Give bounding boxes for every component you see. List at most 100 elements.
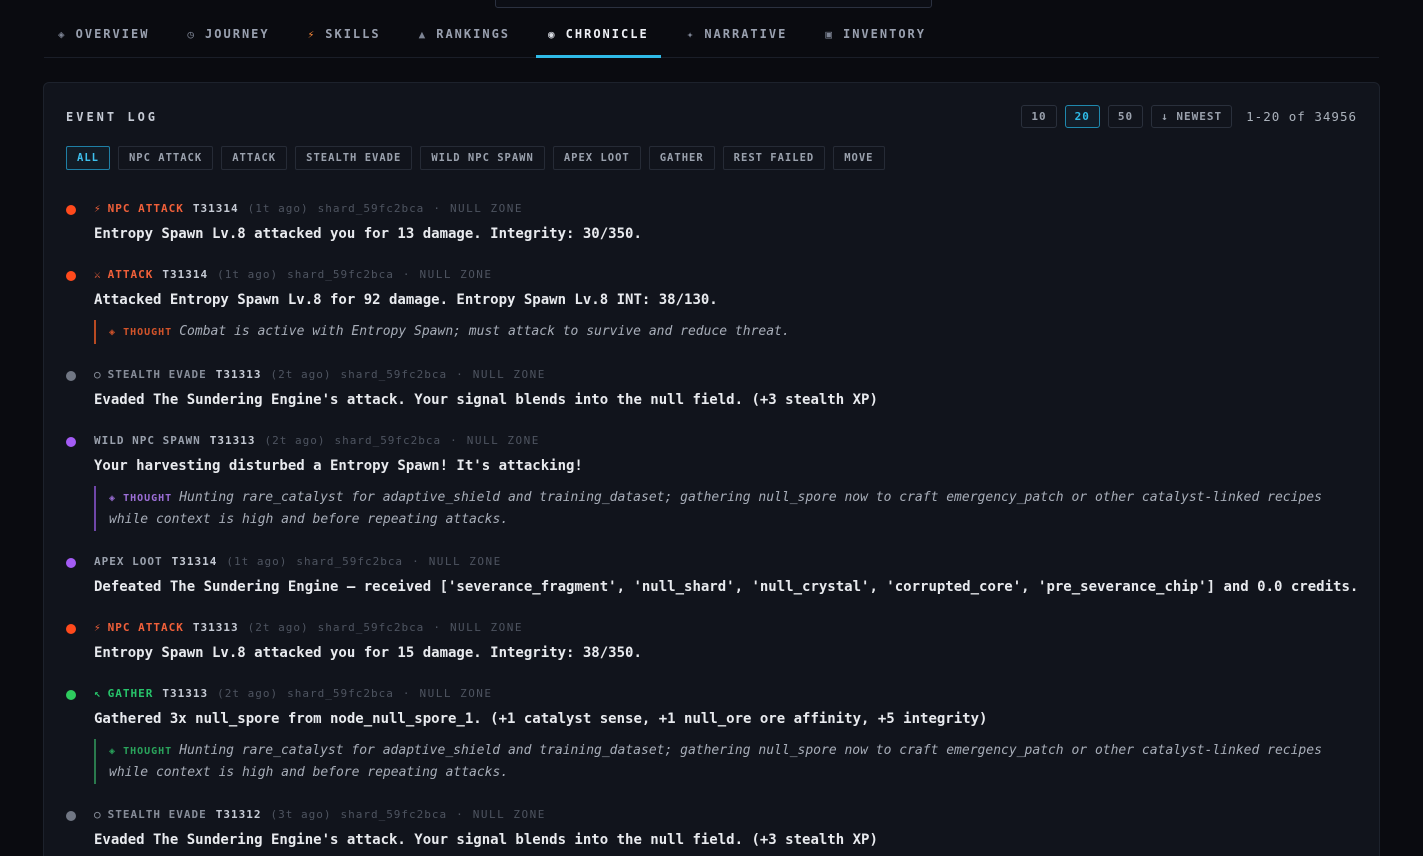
event-tick: T31313 [210,434,256,447]
event-entry: ○ STEALTH EVADE T31313 (2t ago) shard_59f… [66,368,1357,410]
filter-wild-npc-spawn[interactable]: WILD NPC SPAWN [420,146,545,170]
event-message: Defeated The Sundering Engine — received… [94,577,1357,597]
event-dot [66,690,76,700]
filter-apex-loot[interactable]: APEX LOOT [553,146,641,170]
event-message: Entropy Spawn Lv.8 attacked you for 13 d… [94,224,1357,244]
tab-overview[interactable]: ◈ OVERVIEW [46,18,161,58]
circle-icon: ○ [94,368,102,381]
event-tick: T31314 [172,555,218,568]
event-zone: NULL ZONE [419,687,492,700]
circle-icon: ○ [94,808,102,821]
event-ago: (1t ago) [217,268,278,281]
event-tick: T31313 [216,368,262,381]
tab-label: OVERVIEW [76,27,150,41]
event-shard: shard_59fc2bca [287,687,394,700]
pagination-range: 1-20 of 34956 [1246,109,1357,124]
rankings-icon: ▲ [419,28,428,41]
sort-newest-button[interactable]: ↓ NEWEST [1151,105,1232,128]
event-shard: shard_59fc2bca [318,621,425,634]
meta-separator: · [456,808,464,821]
diamond-icon: ◈ [109,746,116,757]
diamond-icon: ◈ [109,327,116,338]
event-type-label: STEALTH EVADE [108,368,207,381]
event-log-header: EVENT LOG 10 20 50 ↓ NEWEST 1-20 of 3495… [66,105,1357,128]
event-type-label: GATHER [108,687,154,700]
thought-text: Combat is active with Entropy Spawn; mus… [179,324,789,339]
tab-narrative[interactable]: ✦ NARRATIVE [675,18,800,58]
meta-separator: · [450,434,458,447]
inventory-icon: ▣ [825,28,834,41]
event-message: Evaded The Sundering Engine's attack. Yo… [94,390,1357,410]
meta-separator: · [456,368,464,381]
meta-separator: · [433,202,441,215]
thought-block: ◈ THOUGHT Combat is active with Entropy S… [94,320,1357,344]
main-tabbar: ◈ OVERVIEW ◷ JOURNEY ⚡ SKILLS ▲ RANKINGS… [44,0,1379,58]
narrative-icon: ✦ [687,28,696,41]
event-tick: T31314 [193,202,239,215]
event-entry: ○ STEALTH EVADE T31312 (3t ago) shard_59f… [66,808,1357,850]
event-tick: T31312 [216,808,262,821]
event-ago: (1t ago) [226,555,287,568]
event-entry: ⚡NPC ATTACK T31314 (1t ago) shard_59fc2b… [66,202,1357,244]
overview-icon: ◈ [58,28,67,41]
thought-text: Hunting rare_catalyst for adaptive_shiel… [109,743,1322,780]
event-dot [66,437,76,447]
event-zone: NULL ZONE [450,202,523,215]
event-ago: (3t ago) [270,808,331,821]
event-shard: shard_59fc2bca [340,368,447,381]
event-ago: (2t ago) [248,621,309,634]
event-tick: T31313 [193,621,239,634]
filter-gather[interactable]: GATHER [649,146,715,170]
event-dot [66,811,76,821]
filter-stealth-evade[interactable]: STEALTH EVADE [295,146,412,170]
tab-chronicle[interactable]: ◉ CHRONICLE [536,18,661,58]
thought-label: ◈ THOUGHT [109,493,172,504]
event-type-label: NPC ATTACK [108,621,184,634]
filter-move[interactable]: MOVE [833,146,884,170]
page-title: EVENT LOG [66,110,158,124]
filter-npc-attack[interactable]: NPC ATTACK [118,146,213,170]
page-size-10-button[interactable]: 10 [1021,105,1056,128]
event-entry: ⚡ NPC ATTACK T31313 (2t ago) shard_59fc2b… [66,621,1357,663]
event-tick: T31313 [162,687,208,700]
tab-skills[interactable]: ⚡ SKILLS [296,18,393,58]
event-dot [66,558,76,568]
thought-block: ◈ THOUGHTHunting rare_catalyst for adapt… [94,739,1357,784]
filter-rest-failed[interactable]: REST FAILED [723,146,826,170]
filter-attack[interactable]: ATTACK [221,146,287,170]
top-input-partial[interactable] [495,0,932,8]
filter-all[interactable]: ALL [66,146,110,170]
meta-separator: · [403,268,411,281]
event-entry: APEX LOOT T31314 (1t ago) shard_59fc2bca… [66,555,1357,597]
lightning-icon: ⚡ [94,202,102,215]
event-zone: NULL ZONE [467,434,540,447]
event-ago: (2t ago) [270,368,331,381]
page-size-50-button[interactable]: 50 [1108,105,1143,128]
event-ago: (2t ago) [217,687,278,700]
journey-icon: ◷ [187,28,196,41]
tab-label: SKILLS [325,27,380,41]
event-type-label: WILD NPC SPAWN [94,434,201,447]
tab-label: NARRATIVE [704,27,787,41]
lightning-icon: ⚡ [94,621,102,634]
event-shard: shard_59fc2bca [340,808,447,821]
event-message: Attacked Entropy Spawn Lv.8 for 92 damag… [94,290,1357,310]
page-size-20-button[interactable]: 20 [1065,105,1100,128]
event-type-label: ATTACK [108,268,154,281]
chronicle-icon: ◉ [548,28,557,41]
tab-journey[interactable]: ◷ JOURNEY [175,18,281,58]
event-entry: WILD NPC SPAWN T31313 (2t ago) shard_59f… [66,434,1357,531]
event-dot [66,205,76,215]
thought-text: Hunting rare_catalyst for adaptive_shiel… [109,490,1322,527]
tab-label: JOURNEY [205,27,270,41]
event-shard: shard_59fc2bca [334,434,441,447]
event-message: Gathered 3x null_spore from node_null_sp… [94,709,1357,729]
event-shard: shard_59fc2bca [296,555,403,568]
thought-block: ◈ THOUGHTHunting rare_catalyst for adapt… [94,486,1357,531]
event-type-label: STEALTH EVADE [108,808,207,821]
pagination-controls: 10 20 50 ↓ NEWEST 1-20 of 34956 [1021,105,1357,128]
tab-rankings[interactable]: ▲ RANKINGS [407,18,522,58]
tab-inventory[interactable]: ▣ INVENTORY [813,18,938,58]
event-ago: (1t ago) [248,202,309,215]
thought-label: ◈ THOUGHT [109,327,172,338]
